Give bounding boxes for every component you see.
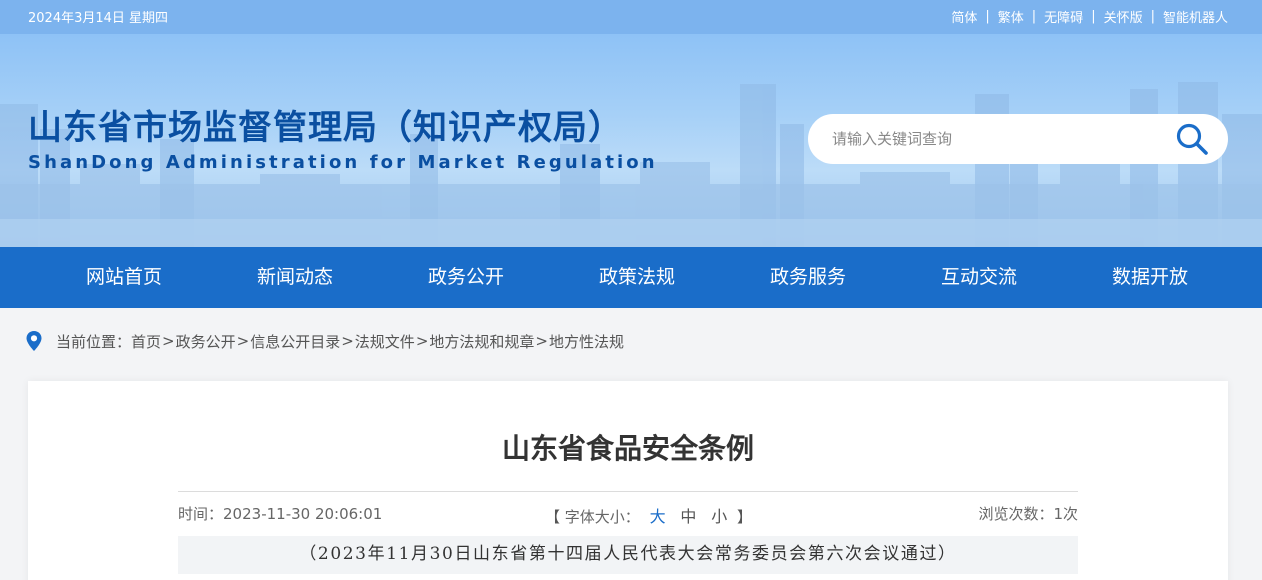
nav-item-gov-affairs[interactable]: 政务公开	[396, 247, 536, 308]
site-title: 山东省市场监督管理局（知识产权局）	[28, 108, 623, 148]
font-size-large-button[interactable]: 大	[650, 507, 666, 526]
link-traditional[interactable]: 繁体	[998, 7, 1024, 26]
publish-time: 时间：2023-11-30 20:06:01	[178, 503, 382, 524]
divider: |	[1150, 9, 1155, 24]
breadcrumb-home[interactable]: 首页	[131, 331, 161, 352]
breadcrumb-info-catalog[interactable]: 信息公开目录	[250, 331, 340, 352]
bracket-open: 【	[545, 508, 561, 526]
location-pin-icon	[26, 331, 42, 351]
divider: |	[1091, 9, 1096, 24]
article-title: 山东省食品安全条例	[501, 432, 754, 465]
divider: |	[985, 9, 990, 24]
nav-item-services[interactable]: 政务服务	[738, 247, 878, 308]
breadcrumb-regulations[interactable]: 法规文件	[355, 331, 415, 352]
current-date: 2024年3月14日 星期四	[28, 11, 169, 26]
nav-item-interaction[interactable]: 互动交流	[909, 247, 1049, 308]
nav-item-policies[interactable]: 政策法规	[567, 247, 707, 308]
nav-item-open-data[interactable]: 数据开放	[1080, 247, 1220, 308]
breadcrumb: 当前位置： 首页 > 政务公开 > 信息公开目录 > 法规文件 > 地方法规和规…	[25, 330, 624, 352]
article-card: 山东省食品安全条例 时间：2023-11-30 20:06:01 【 字体大小：…	[28, 381, 1228, 580]
link-accessibility[interactable]: 无障碍	[1044, 7, 1083, 26]
font-size-small-button[interactable]: 小	[711, 507, 727, 526]
font-size-medium-button[interactable]: 中	[680, 507, 696, 526]
breadcrumb-separator: >	[415, 332, 429, 350]
view-count-value: 1次	[1053, 505, 1078, 523]
breadcrumb-local-laws[interactable]: 地方性法规	[549, 331, 624, 352]
title-divider	[178, 491, 1078, 492]
breadcrumb-separator: >	[341, 332, 354, 350]
article-subtitle: （2023年11月30日山东省第十四届人民代表大会常务委员会第六次会议通过）	[178, 536, 1078, 574]
breadcrumb-prefix: 当前位置：	[56, 332, 132, 351]
header-banner: 山东省市场监督管理局（知识产权局） ShanDong Administratio…	[0, 34, 1262, 247]
search-box	[808, 114, 1228, 164]
nav-item-home[interactable]: 网站首页	[54, 247, 194, 308]
site-title-english: ShanDong Administration for Market Regul…	[28, 152, 658, 173]
top-links: 简体 | 繁体 | 无障碍 | 关怀版 | 智能机器人	[951, 7, 1228, 26]
breadcrumb-separator: >	[236, 332, 250, 350]
breadcrumb-separator: >	[535, 332, 548, 350]
divider: |	[1031, 9, 1037, 24]
publish-time-value: 2023-11-30 20:06:01	[223, 505, 383, 523]
link-smart-robot[interactable]: 智能机器人	[1163, 7, 1228, 26]
link-simplified[interactable]: 简体	[951, 7, 977, 26]
font-size-label: 字体大小：	[564, 508, 640, 526]
view-count-label: 浏览次数：	[978, 505, 1054, 523]
nav-item-news[interactable]: 新闻动态	[225, 247, 365, 308]
search-input[interactable]	[832, 127, 1152, 151]
search-icon[interactable]	[1174, 121, 1210, 157]
publish-time-label: 时间：	[178, 505, 224, 523]
top-bar: 2024年3月14日 星期四 简体 | 繁体 | 无障碍 | 关怀版 | 智能机…	[0, 0, 1262, 34]
main-navigation: 网站首页 新闻动态 政务公开 政策法规 政务服务 互动交流 数据开放	[0, 247, 1262, 308]
view-count: 浏览次数：1次	[978, 503, 1078, 524]
font-size-control: 【 字体大小： 大 中 小 】	[545, 503, 752, 527]
breadcrumb-local-rules[interactable]: 地方法规和规章	[429, 331, 534, 352]
breadcrumb-separator: >	[162, 332, 175, 350]
breadcrumb-gov-affairs[interactable]: 政务公开	[176, 331, 236, 352]
link-care-mode[interactable]: 关怀版	[1104, 7, 1143, 26]
bracket-close: 】	[736, 508, 752, 526]
